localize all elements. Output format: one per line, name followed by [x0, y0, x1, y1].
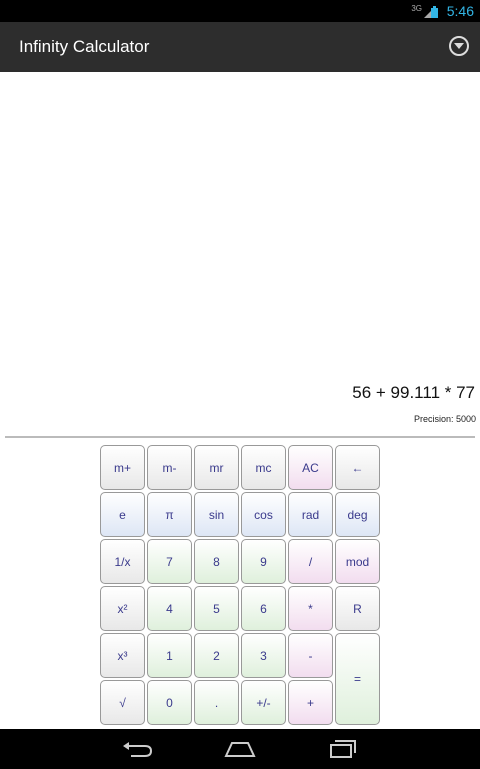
status-time: 5:46 — [446, 3, 474, 19]
key-5[interactable]: 5 — [194, 586, 239, 631]
back-icon[interactable] — [121, 739, 153, 759]
key-ac[interactable]: AC — [288, 445, 333, 490]
key-rad[interactable]: rad — [288, 492, 333, 537]
display-divider — [5, 436, 475, 438]
battery-icon — [431, 5, 438, 23]
key-decimal[interactable]: . — [194, 680, 239, 725]
key-add[interactable]: + — [288, 680, 333, 725]
calculator-display: 56 + 99.111 * 77 Precision: 5000 — [0, 72, 480, 438]
app-title: Infinity Calculator — [19, 37, 150, 56]
key-square[interactable]: x² — [100, 586, 145, 631]
precision-label: Precision: 5000 — [413, 414, 476, 424]
key-sin[interactable]: sin — [194, 492, 239, 537]
home-icon[interactable] — [224, 739, 256, 759]
status-bar: 3G 5:46 — [0, 0, 480, 22]
key-backspace[interactable]: ← — [335, 445, 380, 490]
key-cube[interactable]: x³ — [100, 633, 145, 678]
key-4[interactable]: 4 — [147, 586, 192, 631]
key-mc[interactable]: mc — [241, 445, 286, 490]
recent-apps-icon[interactable] — [327, 739, 359, 759]
key-r[interactable]: R — [335, 586, 380, 631]
key-8[interactable]: 8 — [194, 539, 239, 584]
key-subtract[interactable]: - — [288, 633, 333, 678]
key-e[interactable]: e — [100, 492, 145, 537]
key-sqrt[interactable]: √ — [100, 680, 145, 725]
key-cos[interactable]: cos — [241, 492, 286, 537]
overflow-menu-icon[interactable] — [449, 36, 469, 56]
key-m-plus[interactable]: m+ — [100, 445, 145, 490]
key-divide[interactable]: / — [288, 539, 333, 584]
key-0[interactable]: 0 — [147, 680, 192, 725]
key-2[interactable]: 2 — [194, 633, 239, 678]
key-3[interactable]: 3 — [241, 633, 286, 678]
keypad: m+ m- mr mc AC ← e π sin cos rad deg 1/x… — [100, 445, 380, 727]
key-6[interactable]: 6 — [241, 586, 286, 631]
key-9[interactable]: 9 — [241, 539, 286, 584]
network-type-label: 3G — [411, 4, 422, 13]
key-m-minus[interactable]: m- — [147, 445, 192, 490]
key-negate[interactable]: +/- — [241, 680, 286, 725]
expression-text: 56 + 99.111 * 77 — [352, 383, 475, 402]
key-reciprocal[interactable]: 1/x — [100, 539, 145, 584]
key-mod[interactable]: mod — [335, 539, 380, 584]
key-mr[interactable]: mr — [194, 445, 239, 490]
key-equals[interactable]: = — [335, 633, 380, 725]
navigation-bar — [0, 729, 480, 769]
action-bar: Infinity Calculator — [0, 22, 480, 72]
key-7[interactable]: 7 — [147, 539, 192, 584]
key-multiply[interactable]: * — [288, 586, 333, 631]
key-deg[interactable]: deg — [335, 492, 380, 537]
key-pi[interactable]: π — [147, 492, 192, 537]
key-1[interactable]: 1 — [147, 633, 192, 678]
